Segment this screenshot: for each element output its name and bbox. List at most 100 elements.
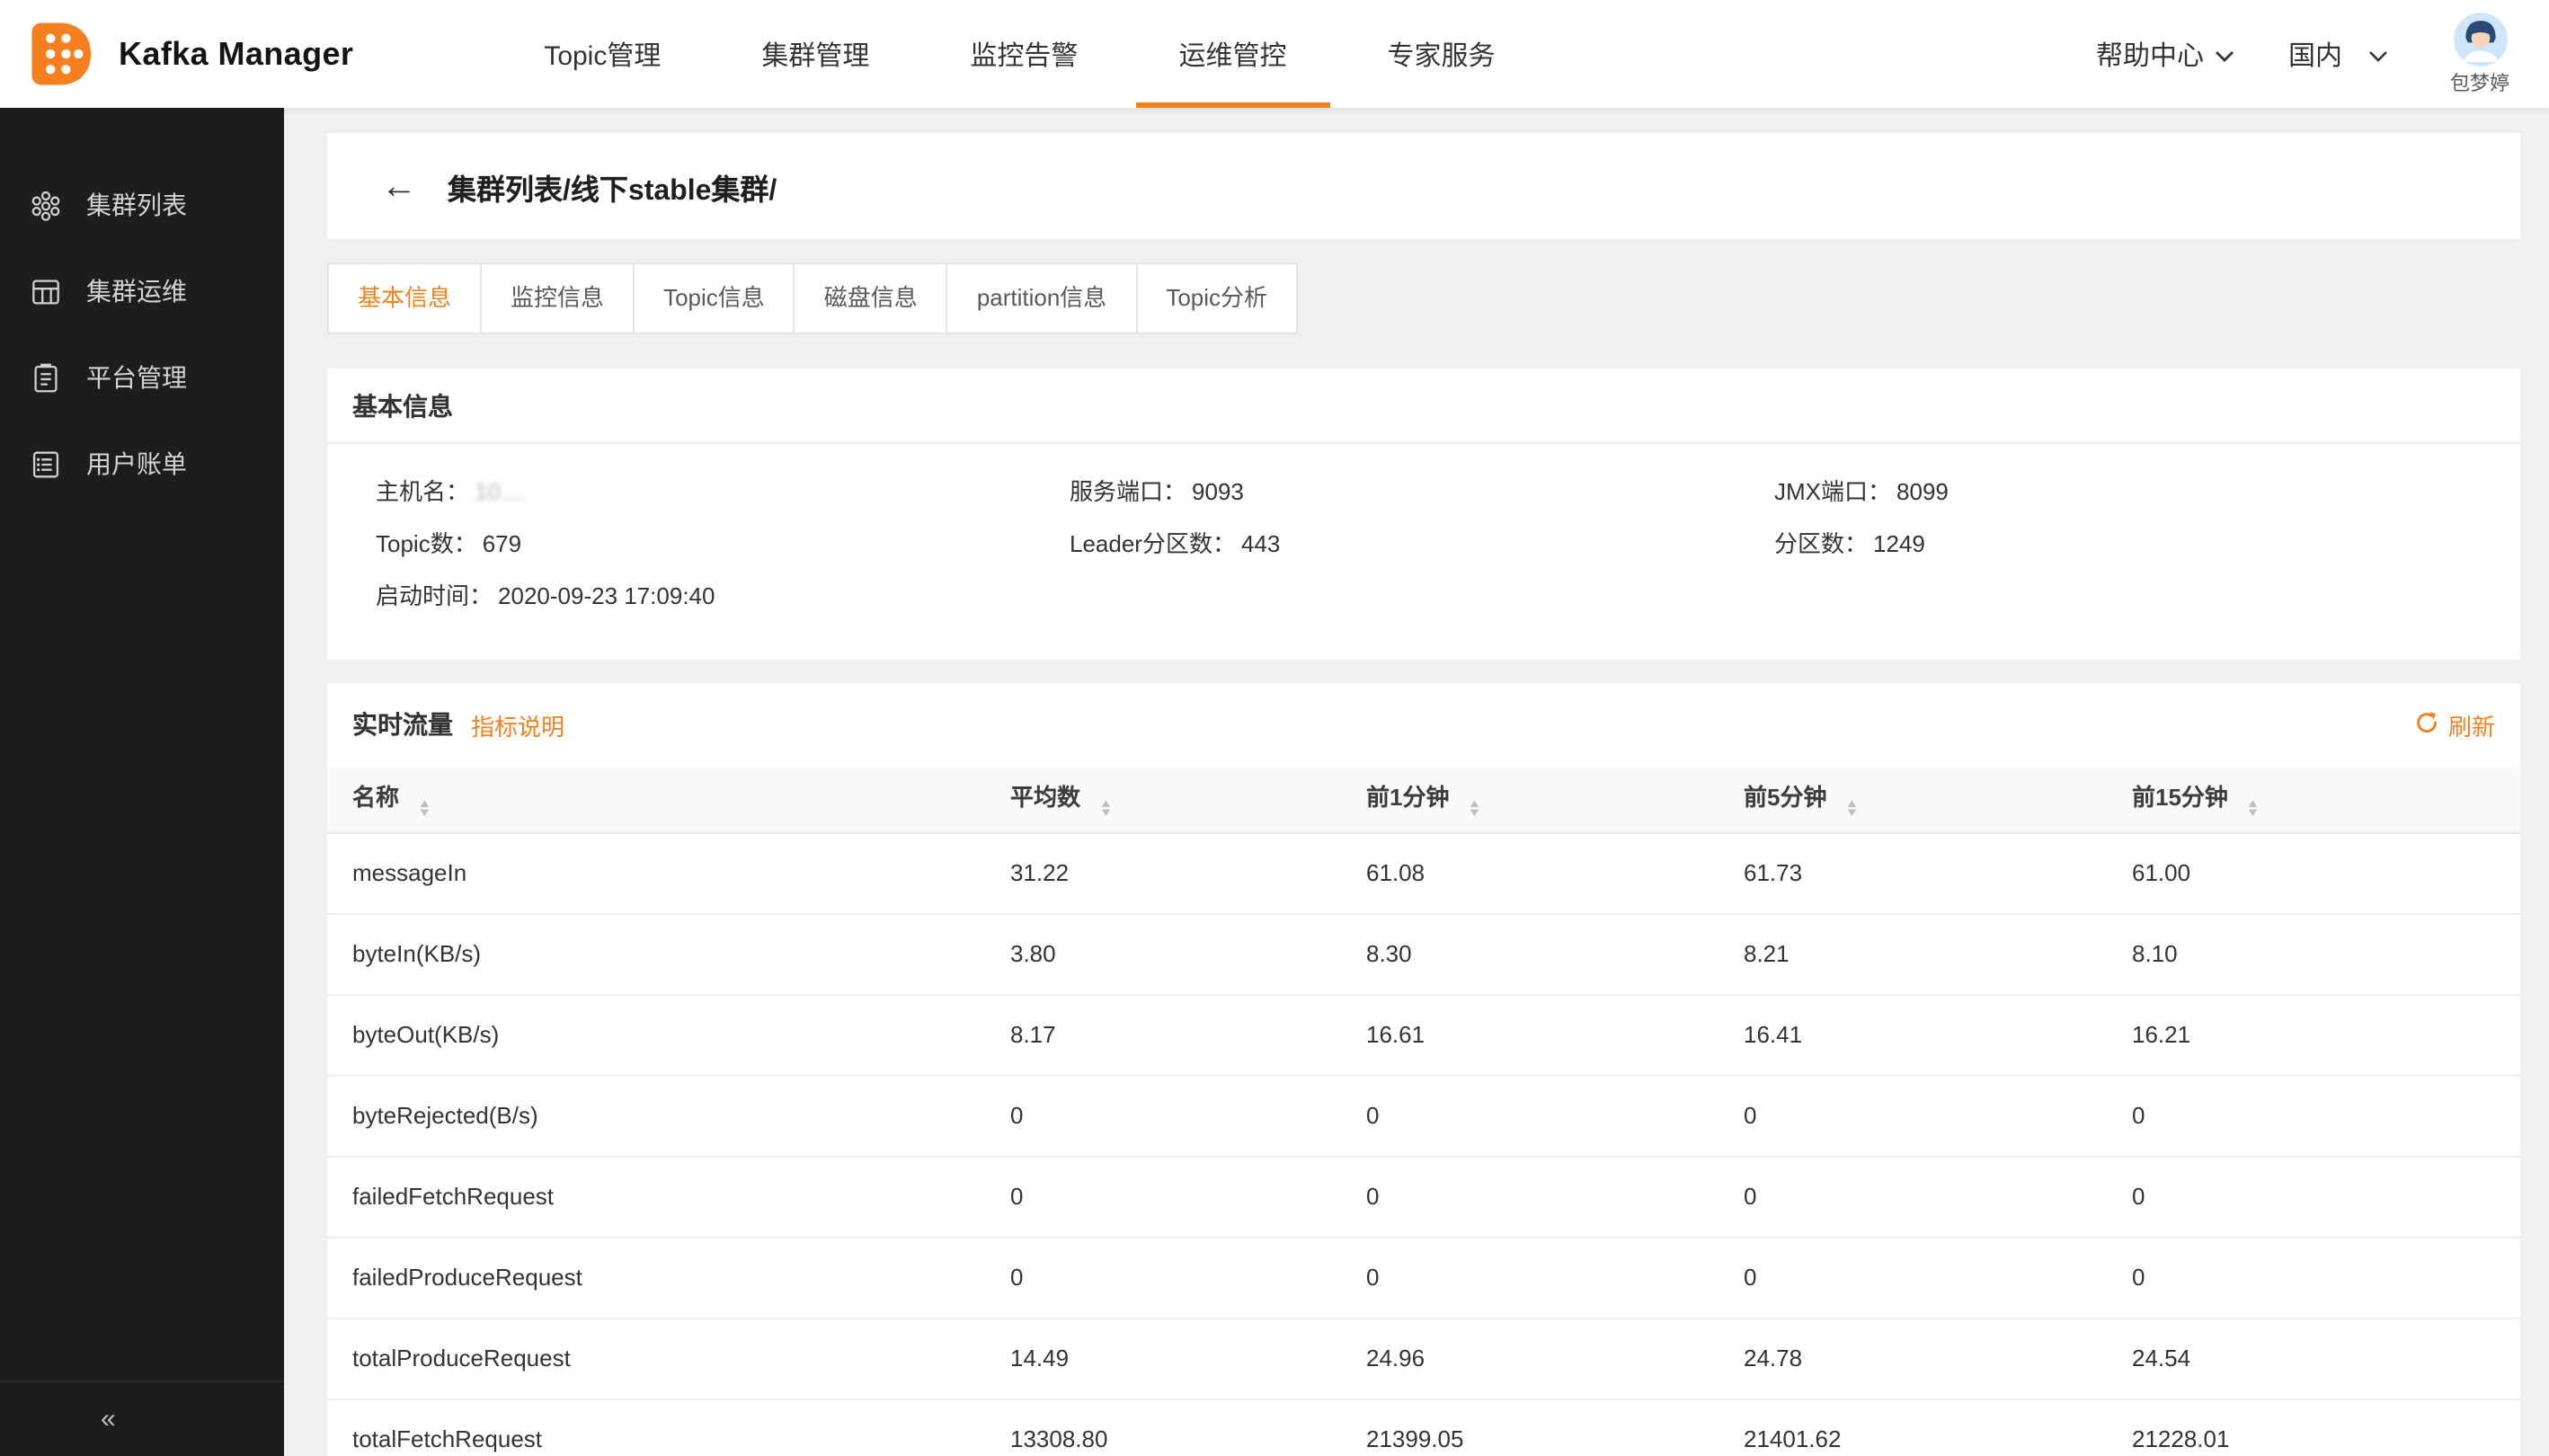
tab-topic-analysis[interactable]: Topic分析: [1135, 262, 1298, 334]
metric-doc-link[interactable]: 指标说明: [471, 707, 564, 741]
sidebar-item-label: 平台管理: [86, 360, 187, 395]
tab-topic-info[interactable]: Topic信息: [633, 262, 795, 334]
metric-value: 0: [1010, 1156, 1366, 1237]
table-row: byteIn(KB/s)3.808.308.218.10: [327, 913, 2520, 994]
info-field-partition-count: 分区数： 1249: [1774, 525, 2495, 564]
metric-value: 0: [2132, 1237, 2520, 1318]
tab-basic-info[interactable]: 基本信息: [327, 262, 482, 334]
metric-value: 16.41: [1744, 994, 2132, 1075]
list-bill-icon: [27, 446, 63, 482]
metric-value: 0: [1366, 1156, 1744, 1237]
honeycomb-icon: [27, 187, 63, 223]
metric-value: 8.10: [2132, 913, 2520, 994]
realtime-traffic-header: 实时流量 指标说明 刷新: [327, 683, 2520, 766]
tab-bar: 基本信息 监控信息 Topic信息 磁盘信息 partition信息 Topic…: [327, 262, 2520, 334]
grid-panel-icon: [27, 273, 63, 309]
metric-value: 24.78: [1744, 1318, 2132, 1398]
tab-partition-info[interactable]: partition信息: [946, 262, 1138, 334]
sidebar-item-cluster-list[interactable]: 集群列表: [0, 162, 284, 248]
info-field-topic-count: Topic数： 679: [376, 525, 1070, 564]
metrics-table-header-row: 名称 ▲▼ 平均数 ▲▼ 前1分钟 ▲▼ 前5分钟: [327, 766, 2520, 832]
info-field-leader-partition-count: Leader分区数： 443: [1070, 525, 1774, 564]
back-button[interactable]: ←: [381, 168, 417, 204]
col-header-average[interactable]: 平均数 ▲▼: [1010, 766, 1366, 832]
nav-item-expert-service[interactable]: 专家服务: [1337, 0, 1545, 108]
metric-name: byteRejected(B/s): [327, 1075, 1010, 1156]
sidebar-item-platform-management[interactable]: 平台管理: [0, 334, 284, 421]
metric-value: 31.22: [1010, 832, 1366, 913]
main-content: ← 集群列表/线下stable集群/ 基本信息 监控信息 Topic信息 磁盘信…: [284, 108, 2549, 1456]
basic-info-card: 基本信息 主机名： 10.... 服务端口： 9093 JMX端口： 8099 …: [327, 368, 2520, 660]
refresh-icon: [2414, 709, 2439, 740]
page-header: ← 集群列表/线下stable集群/: [327, 133, 2520, 239]
col-header-last-1min[interactable]: 前1分钟 ▲▼: [1366, 766, 1744, 832]
chevron-down-icon: [2367, 39, 2389, 69]
metric-name: byteIn(KB/s): [327, 913, 1010, 994]
metric-name: totalProduceRequest: [327, 1318, 1010, 1398]
table-row: failedFetchRequest0000: [327, 1156, 2520, 1237]
metric-value: 61.73: [1744, 832, 2132, 913]
nav-item-topic-management[interactable]: Topic管理: [493, 0, 711, 108]
nav-item-ops-control[interactable]: 运维管控: [1128, 0, 1337, 108]
col-header-last-5min[interactable]: 前5分钟 ▲▼: [1744, 766, 2132, 832]
metric-value: 61.08: [1366, 832, 1744, 913]
user-menu[interactable]: 包梦婷: [2450, 12, 2509, 96]
metric-value: 0: [2132, 1075, 2520, 1156]
realtime-traffic-title: 实时流量: [352, 706, 453, 742]
metric-value: 0: [2132, 1156, 2520, 1237]
sidebar: 集群列表 集群运维 平台管理 用户账单 «: [0, 108, 284, 1456]
metric-name: failedFetchRequest: [327, 1156, 1010, 1237]
collapse-chevrons-icon: «: [101, 1404, 116, 1434]
sort-icons: ▲▼: [2247, 800, 2259, 820]
info-field-start-time: 启动时间： 2020-09-23 17:09:40: [376, 577, 1070, 617]
metric-value: 21228.01: [2132, 1398, 2520, 1456]
refresh-button[interactable]: 刷新: [2414, 707, 2495, 741]
metric-value: 0: [1744, 1237, 2132, 1318]
sort-icons: ▲▼: [1099, 800, 1111, 820]
col-header-last-15min[interactable]: 前15分钟 ▲▼: [2132, 766, 2520, 832]
tab-monitor-info[interactable]: 监控信息: [480, 262, 635, 334]
tab-disk-info[interactable]: 磁盘信息: [794, 262, 948, 334]
user-name: 包梦婷: [2450, 67, 2509, 96]
metrics-table: 名称 ▲▼ 平均数 ▲▼ 前1分钟 ▲▼ 前5分钟: [327, 766, 2520, 1456]
metric-name: byteOut(KB/s): [327, 994, 1010, 1075]
sidebar-item-user-billing[interactable]: 用户账单: [0, 421, 284, 507]
sidebar-collapse-button[interactable]: «: [0, 1381, 284, 1456]
info-field-service-port: 服务端口： 9093: [1070, 473, 1774, 512]
table-row: byteOut(KB/s)8.1716.6116.4116.21: [327, 994, 2520, 1075]
sidebar-item-label: 用户账单: [86, 446, 187, 482]
sort-icons: ▲▼: [418, 800, 430, 820]
metric-value: 21401.62: [1744, 1398, 2132, 1456]
help-center-menu[interactable]: 帮助中心: [2096, 35, 2234, 73]
metric-value: 8.21: [1744, 913, 2132, 994]
nav-item-cluster-management[interactable]: 集群管理: [711, 0, 919, 108]
brand[interactable]: Kafka Manager: [29, 20, 353, 88]
top-navbar: Kafka Manager Topic管理 集群管理 监控告警 运维管控 专家服…: [0, 0, 2549, 108]
metric-value: 0: [1366, 1237, 1744, 1318]
metric-value: 24.54: [2132, 1318, 2520, 1398]
col-header-name[interactable]: 名称 ▲▼: [327, 766, 1010, 832]
table-row: totalFetchRequest13308.8021399.0521401.6…: [327, 1398, 2520, 1456]
region-label: 国内: [2288, 35, 2342, 73]
primary-nav: Topic管理 集群管理 监控告警 运维管控 专家服务: [493, 0, 1545, 108]
metric-value: 16.21: [2132, 994, 2520, 1075]
table-row: byteRejected(B/s)0000: [327, 1075, 2520, 1156]
nav-item-monitor-alert[interactable]: 监控告警: [919, 0, 1128, 108]
metric-value: 61.00: [2132, 832, 2520, 913]
refresh-label: 刷新: [2448, 707, 2495, 741]
metric-value: 16.61: [1366, 994, 1744, 1075]
metric-name: failedProduceRequest: [327, 1237, 1010, 1318]
metric-value: 24.96: [1366, 1318, 1744, 1398]
sort-icons: ▲▼: [1469, 800, 1480, 820]
brand-title: Kafka Manager: [119, 35, 353, 73]
metric-value: 8.17: [1010, 994, 1366, 1075]
help-center-label: 帮助中心: [2096, 35, 2204, 73]
metric-value: 3.80: [1010, 913, 1366, 994]
region-select[interactable]: 国内: [2288, 35, 2389, 73]
sidebar-item-cluster-ops[interactable]: 集群运维: [0, 248, 284, 334]
app: Kafka Manager Topic管理 集群管理 监控告警 运维管控 专家服…: [0, 0, 2549, 1456]
metric-value: 8.30: [1366, 913, 1744, 994]
table-row: messageIn31.2261.0861.7361.00: [327, 832, 2520, 913]
clipboard-icon: [27, 360, 63, 395]
basic-info-grid: 主机名： 10.... 服务端口： 9093 JMX端口： 8099 Topic…: [327, 444, 2520, 660]
